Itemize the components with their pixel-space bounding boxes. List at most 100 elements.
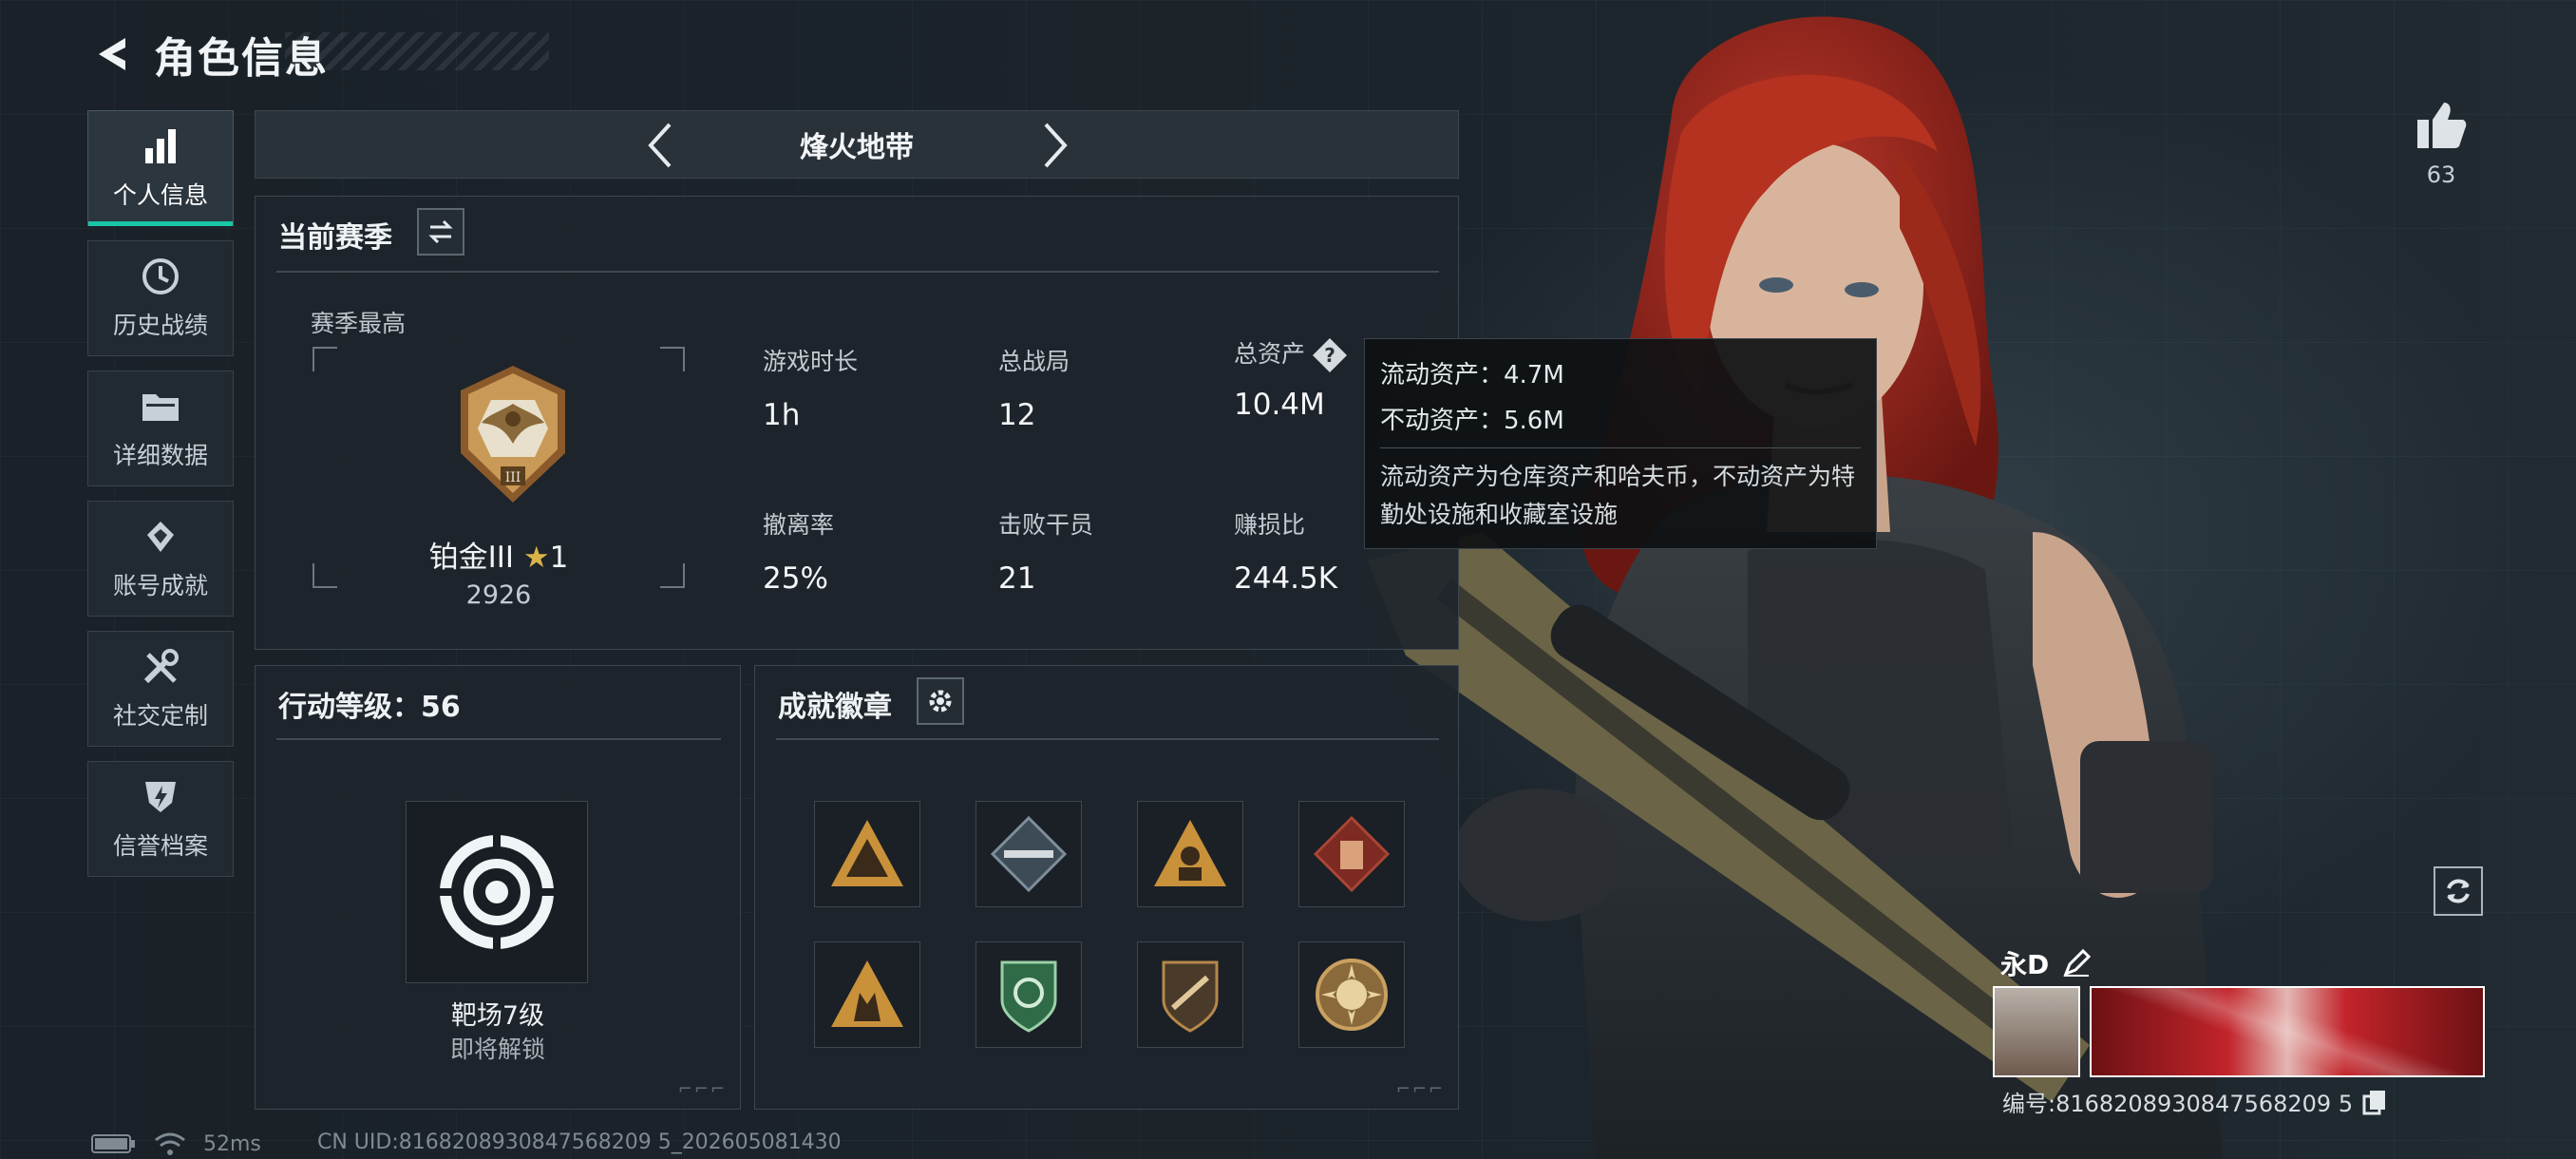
edit-pencil-icon[interactable] — [2062, 949, 2092, 978]
like-button[interactable]: 63 — [2411, 101, 2472, 188]
player-banner[interactable] — [2090, 986, 2485, 1077]
stat-label-text: 总资产 — [1234, 340, 1306, 368]
page-header: 角色信息 — [87, 21, 329, 87]
frame-corner — [313, 347, 337, 371]
clock-history-icon — [140, 256, 181, 297]
help-icon[interactable]: ? — [1311, 336, 1349, 374]
vest-badge-icon — [1313, 815, 1391, 893]
stat-playtime: 游戏时长 1h — [763, 343, 858, 432]
mode-selector: 烽火地带 — [255, 110, 1459, 179]
achievement-badge[interactable] — [814, 941, 920, 1048]
stat-label: 赚损比 — [1234, 511, 1306, 539]
achievement-badge[interactable] — [1298, 941, 1405, 1048]
stat-label: 游戏时长 — [763, 348, 859, 375]
season-heading: 当前赛季 — [278, 221, 392, 255]
corner-decoration: ⌐⌐⌐ — [1395, 1079, 1445, 1099]
tools-icon — [140, 646, 181, 688]
operation-level-heading: 行动等级：56 — [278, 691, 461, 724]
refresh-button[interactable] — [2434, 866, 2483, 916]
achievement-badge[interactable] — [975, 801, 1082, 907]
refresh-icon — [2447, 879, 2470, 903]
season-switch-button[interactable] — [417, 208, 464, 256]
soldier-badge-icon — [1154, 820, 1226, 886]
chevron-left-icon — [648, 123, 672, 168]
sidebar-item-label: 详细数据 — [112, 442, 208, 469]
operator-character-image — [1368, 16, 2223, 1159]
svg-text:III: III — [505, 470, 521, 485]
mountain-badge-icon — [831, 820, 903, 886]
back-button[interactable] — [87, 28, 135, 81]
like-count: 63 — [2426, 162, 2456, 188]
wifi-icon — [155, 1132, 185, 1155]
platinum-rank-emblem-icon: III — [461, 366, 565, 503]
mode-prev-button[interactable] — [635, 121, 683, 170]
stat-label: 撤离率 — [763, 511, 835, 539]
level-reward-name: 靶场7级 — [450, 1001, 545, 1031]
stat-operators-defeated: 击败干员 21 — [998, 506, 1093, 596]
player-name: 永D — [2000, 944, 2092, 982]
player-name-text: 永D — [2000, 949, 2050, 980]
sidebar-item-account-achievements[interactable]: 账号成就 — [87, 501, 234, 617]
rank-star-count: 1 — [549, 541, 569, 575]
mode-title: 烽火地带 — [800, 131, 914, 164]
sidebar-item-detailed-data[interactable]: 详细数据 — [87, 370, 234, 486]
folder-icon — [140, 386, 181, 428]
chevron-right-icon — [1044, 123, 1068, 168]
achievement-badge[interactable] — [1137, 801, 1243, 907]
tooltip-liquid-assets: 流动资产：4.7M — [1380, 361, 1564, 390]
player-id-text: 编号:8168208930847568209 5 — [2002, 1091, 2354, 1117]
sidebar-item-label: 个人信息 — [112, 181, 208, 209]
sidebar-item-match-history[interactable]: 历史战绩 — [87, 240, 234, 356]
sidebar-item-label: 社交定制 — [112, 702, 208, 730]
season-panel: 当前赛季 赛季最高 III 铂金III ★1 2926 游戏时长 1h 总战局 … — [255, 196, 1459, 650]
sidebar-item-label: 信誉档案 — [112, 832, 208, 860]
player-avatar[interactable] — [1993, 986, 2080, 1077]
sidebar-item-label: 历史战绩 — [112, 312, 208, 339]
stat-label: 总资产? — [1234, 335, 1349, 374]
frame-corner — [660, 347, 685, 371]
tooltip-fixed-assets: 不动资产：5.6M — [1380, 407, 1564, 435]
status-bar: 52ms — [91, 1130, 261, 1157]
achievement-badge[interactable] — [1137, 941, 1243, 1048]
gear-icon — [929, 690, 952, 712]
swap-arrows-icon — [428, 219, 453, 244]
sidebar-item-label: 账号成就 — [112, 572, 208, 599]
copy-icon[interactable] — [2362, 1089, 2387, 1115]
stat-extraction-rate: 撤离率 25% — [763, 506, 834, 596]
divider — [776, 738, 1439, 740]
battery-icon — [91, 1134, 135, 1153]
stat-label: 击败干员 — [998, 511, 1094, 539]
divider — [276, 738, 721, 740]
rank-card: III 铂金III ★1 2926 — [313, 347, 685, 610]
stat-total-matches: 总战局 12 — [998, 343, 1070, 432]
star-icon: ★ — [522, 541, 550, 575]
rank-score: 2926 — [465, 580, 532, 610]
squad-badge-icon — [831, 960, 903, 1027]
uid-text: CN UID:8168208930847568209 5_20260508143… — [317, 1130, 842, 1154]
thumbs-up-icon — [2417, 103, 2467, 148]
level-reward-status: 即将解锁 — [449, 1036, 545, 1063]
achievement-badge[interactable] — [814, 801, 920, 907]
stat-value: 25% — [763, 561, 828, 596]
stat-value: 12 — [998, 398, 1036, 432]
assets-tooltip: 流动资产：4.7M 不动资产：5.6M 流动资产为仓库资产和哈夫币，不动资产为特… — [1364, 338, 1877, 549]
sidebar-item-social-custom[interactable]: 社交定制 — [87, 631, 234, 747]
sidebar-item-credit-record[interactable]: 信誉档案 — [87, 761, 234, 877]
achievement-badge[interactable] — [975, 941, 1082, 1048]
operation-level-panel: 行动等级：56 靶场7级 即将解锁 ⌐⌐⌐ — [255, 665, 741, 1110]
level-reward-card[interactable] — [406, 801, 588, 983]
rank-tier: 铂金III — [428, 541, 515, 575]
sidebar-item-personal-info[interactable]: 个人信息 — [87, 110, 234, 226]
mode-next-button[interactable] — [1032, 121, 1080, 170]
achievement-badges-panel: 成就徽章 ⌐⌐⌐ — [754, 665, 1459, 1110]
ping-text: 52ms — [203, 1131, 261, 1156]
badge-settings-button[interactable] — [917, 677, 964, 725]
season-best-label: 赛季最高 — [311, 310, 407, 337]
bar-chart-icon — [140, 125, 181, 167]
stat-profit-loss: 赚损比 244.5K — [1234, 506, 1337, 596]
target-icon — [438, 833, 556, 951]
achievement-badge[interactable] — [1298, 801, 1405, 907]
page-title: 角色信息 — [154, 34, 329, 83]
player-id: 编号:8168208930847568209 5 — [2002, 1085, 2387, 1118]
shield-lightning-icon — [140, 776, 181, 818]
